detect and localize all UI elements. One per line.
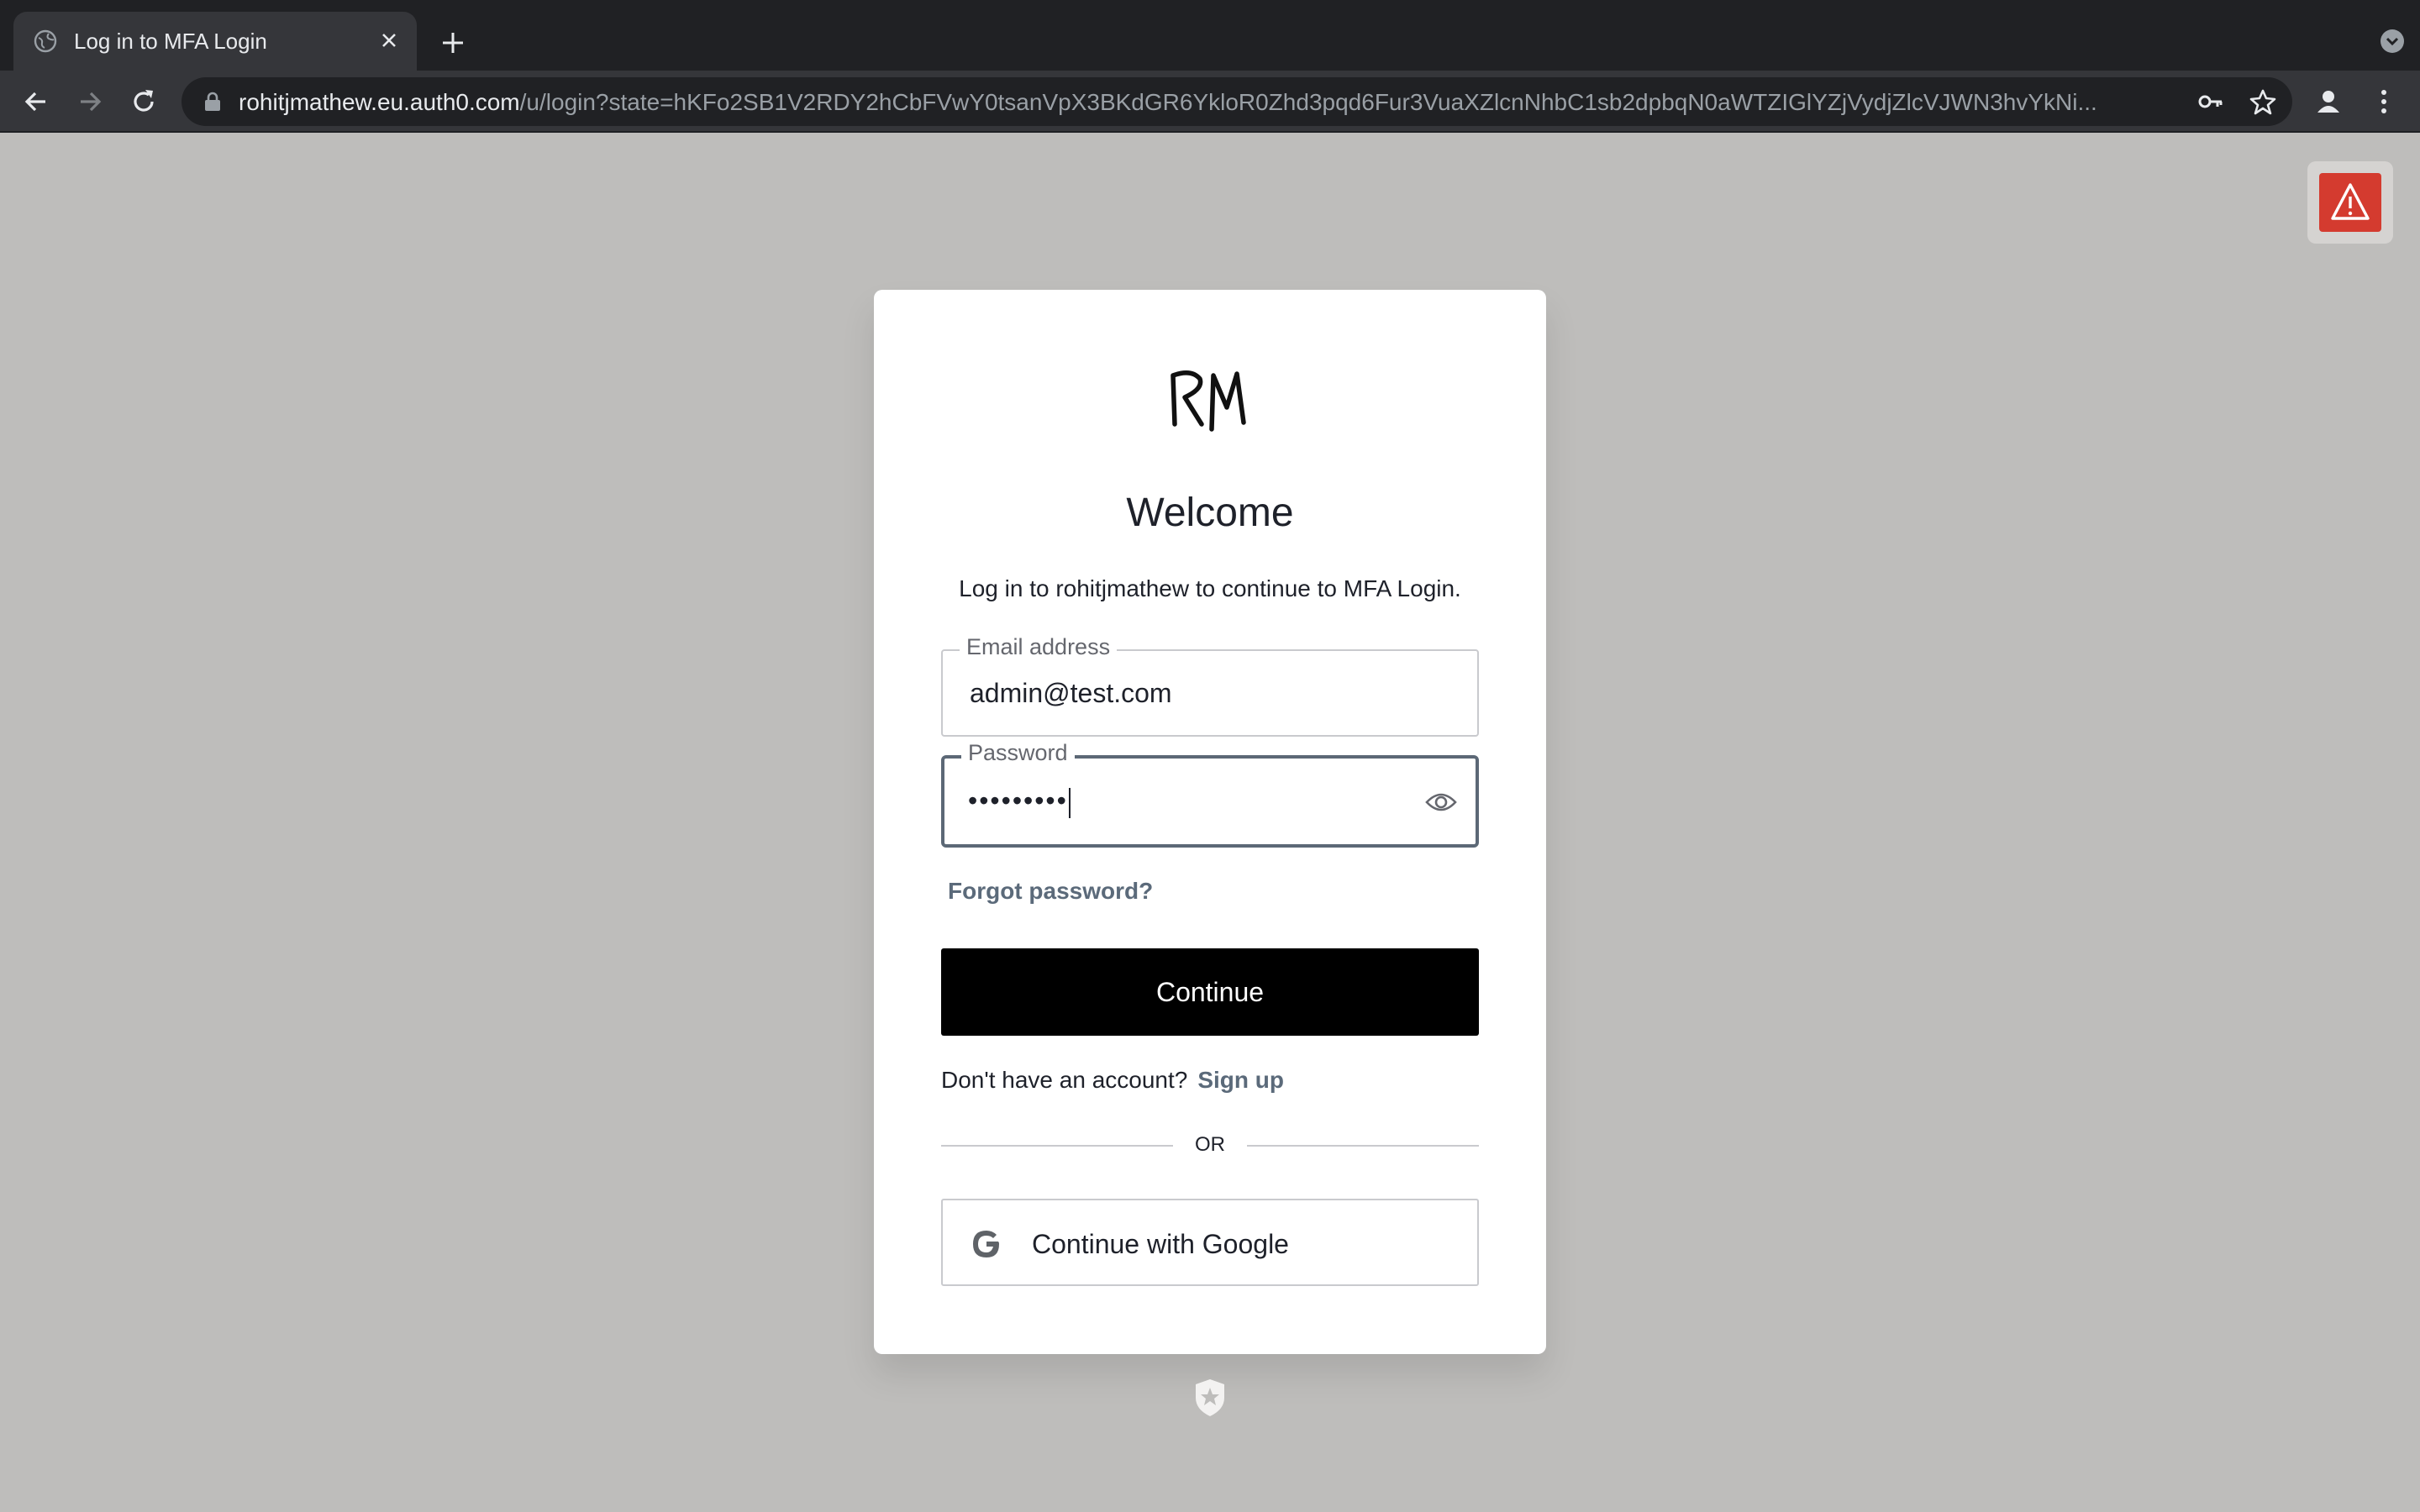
reload-icon[interactable]	[128, 86, 160, 118]
signup-prompt: Don't have an account? Sign up	[941, 1067, 1284, 1094]
warning-button[interactable]	[2319, 173, 2381, 232]
auth0-badge-icon	[1196, 1379, 1224, 1416]
address-bar[interactable]: rohitjmathew.eu.auth0.com/u/login?state=…	[182, 77, 2292, 126]
close-tab-icon[interactable]	[376, 28, 402, 53]
login-card: Welcome Log in to rohitjmathew to contin…	[874, 290, 1546, 1354]
eye-icon[interactable]	[1425, 790, 1457, 814]
new-tab-icon[interactable]	[439, 29, 467, 57]
continue-button[interactable]: Continue	[941, 948, 1479, 1036]
tab-search-icon[interactable]	[2378, 27, 2407, 55]
bookmark-star-icon[interactable]	[2249, 87, 2277, 116]
text-caret	[1068, 787, 1071, 818]
login-subtitle: Log in to rohitjmathew to continue to MF…	[959, 575, 1461, 601]
password-label: Password	[961, 740, 1075, 766]
no-account-text: Don't have an account?	[941, 1067, 1188, 1093]
password-field[interactable]: Password •••••••••	[941, 740, 1479, 848]
google-login-label: Continue with Google	[1032, 1229, 1289, 1259]
url-text: rohitjmathew.eu.auth0.com/u/login?state=…	[239, 89, 2097, 116]
globe-icon	[34, 29, 57, 53]
warning-icon	[2331, 183, 2370, 220]
key-icon[interactable]	[2196, 87, 2225, 116]
email-label: Email address	[960, 634, 1118, 660]
forgot-password-link[interactable]: Forgot password?	[948, 878, 1153, 905]
page-title: Welcome	[1126, 491, 1294, 535]
google-login-button[interactable]: Continue with Google	[941, 1199, 1479, 1286]
signup-link[interactable]: Sign up	[1197, 1067, 1284, 1093]
lock-icon[interactable]	[203, 92, 222, 112]
divider-line-right	[1247, 1145, 1479, 1147]
browser-tab-strip: Log in to MFA Login	[0, 0, 2420, 71]
email-value[interactable]: admin@test.com	[970, 678, 1172, 709]
browser-toolbar: rohitjmathew.eu.auth0.com/u/login?state=…	[0, 71, 2420, 133]
profile-icon[interactable]	[2312, 86, 2344, 118]
password-dots: •••••••••	[968, 785, 1068, 816]
back-icon[interactable]	[20, 86, 52, 118]
password-value[interactable]: •••••••••	[968, 785, 1071, 818]
url-path: /u/login?state=hKFo2SB1V2RDY2hCbFVwY0tsa…	[519, 89, 2097, 115]
rm-logo	[1171, 370, 1246, 432]
browser-tab[interactable]: Log in to MFA Login	[13, 12, 417, 71]
url-host: rohitjmathew.eu.auth0.com	[239, 89, 520, 115]
tab-title: Log in to MFA Login	[74, 29, 267, 54]
google-icon	[973, 1231, 999, 1257]
email-field[interactable]: Email address admin@test.com	[941, 634, 1479, 737]
or-divider: OR	[941, 1128, 1479, 1162]
browser-menu-icon[interactable]	[2368, 86, 2400, 118]
forward-icon[interactable]	[74, 86, 106, 118]
warning-widget	[2307, 161, 2393, 244]
